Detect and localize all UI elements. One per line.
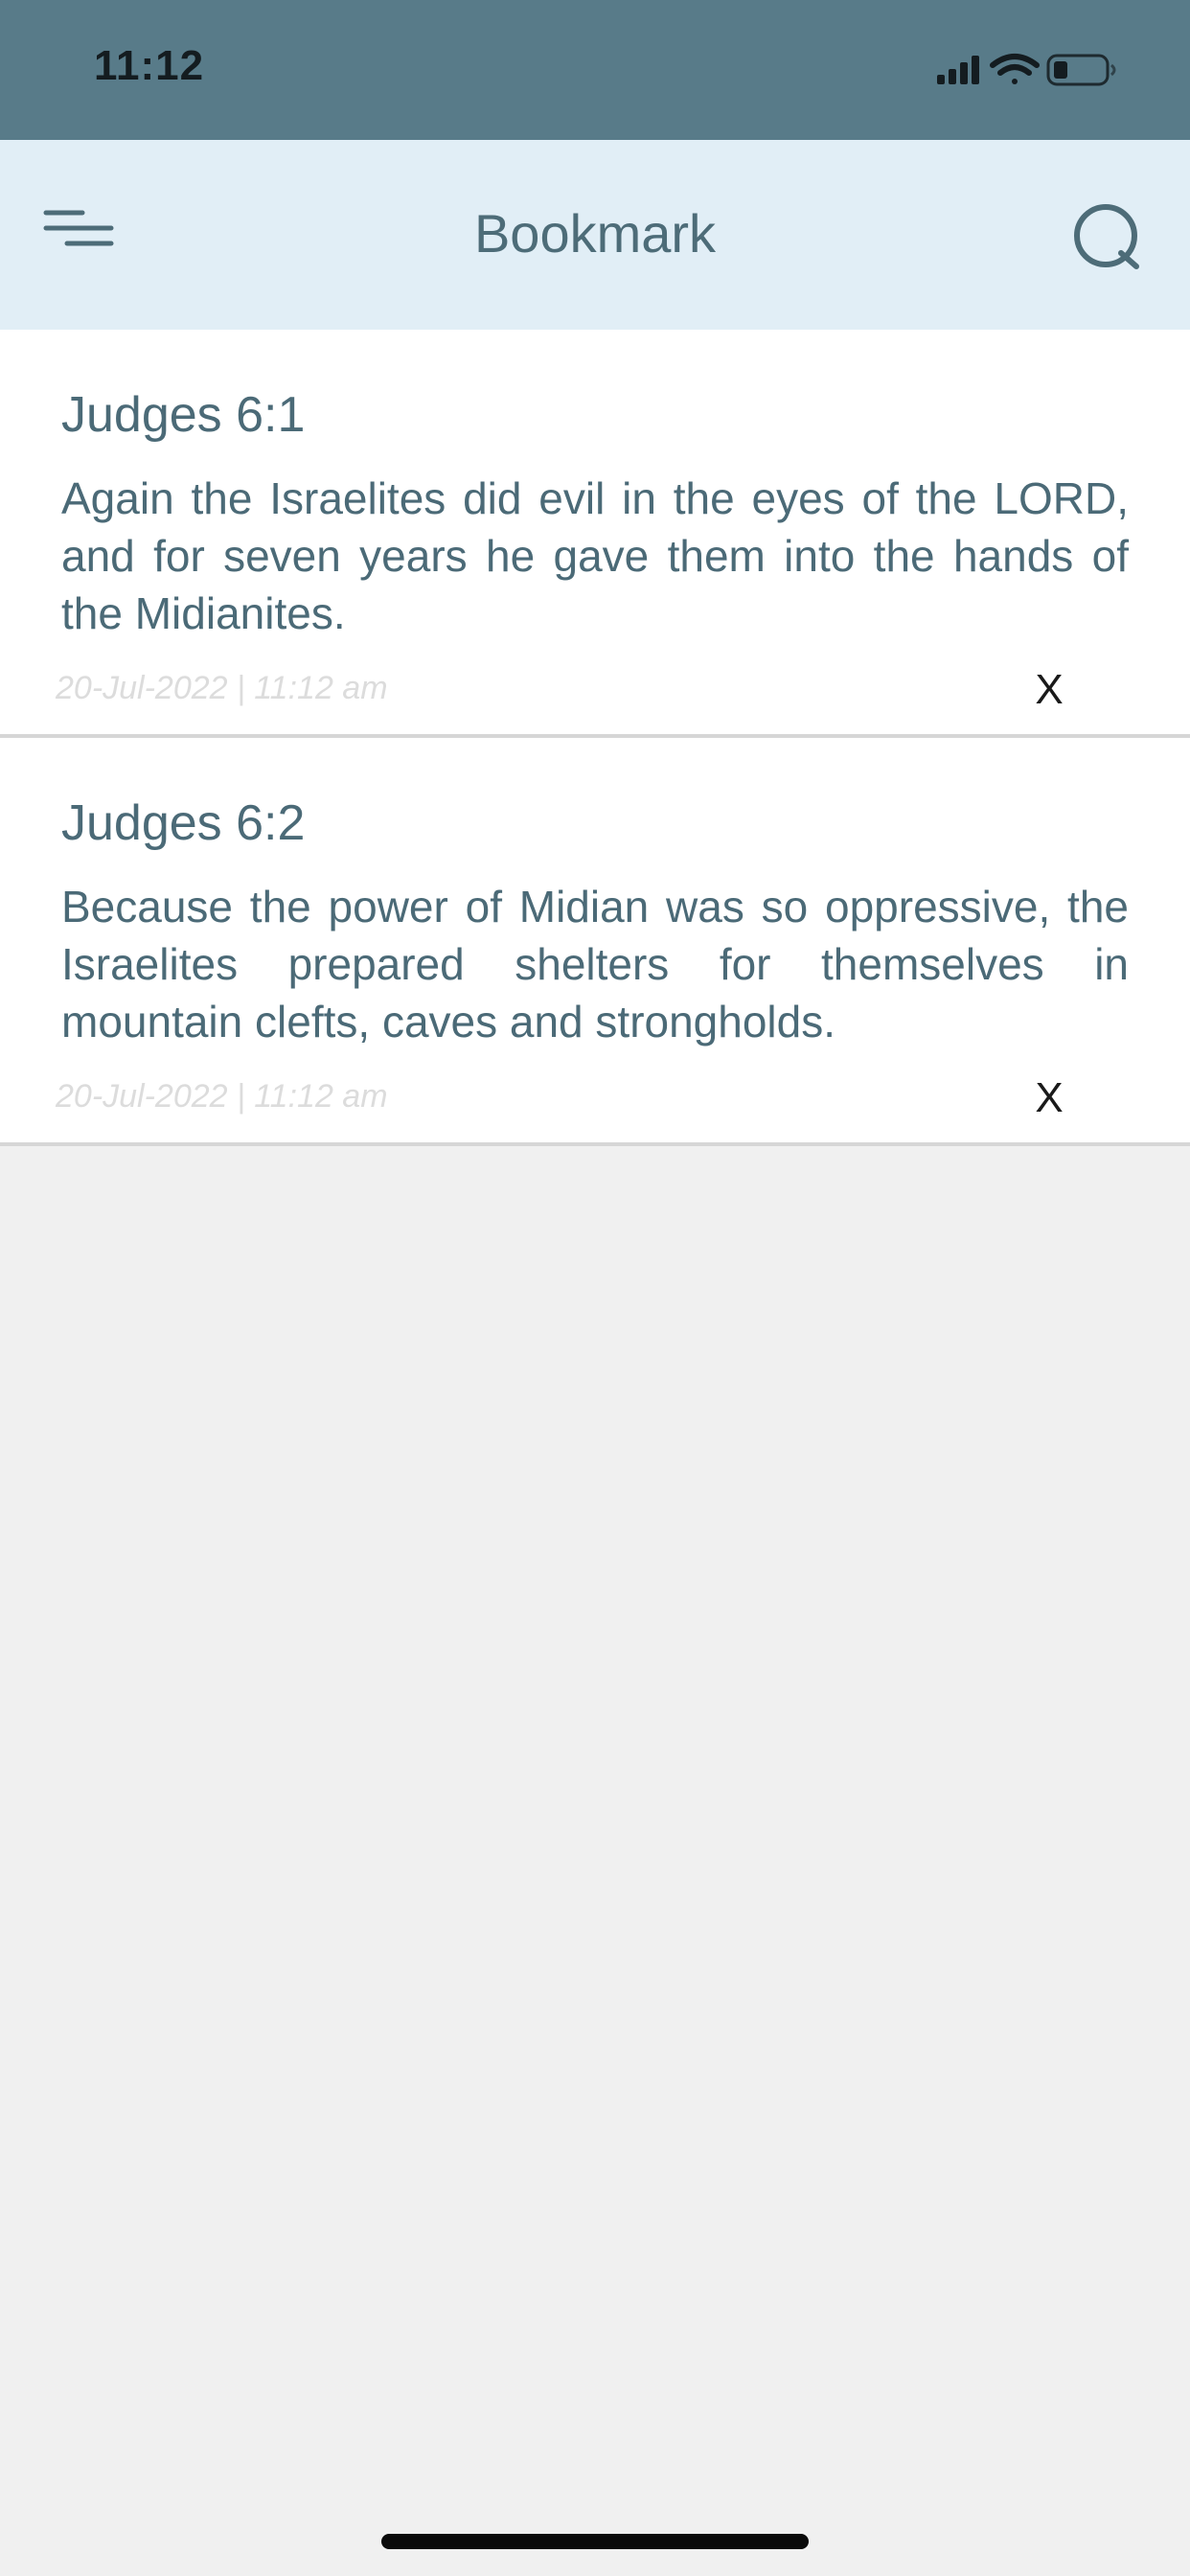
bookmark-timestamp: 20-Jul-2022 | 11:12 am	[56, 670, 388, 706]
status-bar: 11:12	[0, 0, 1190, 140]
status-time: 11:12	[94, 42, 205, 89]
home-indicator[interactable]	[381, 2534, 809, 2549]
bookmark-reference: Judges 6:1	[61, 387, 306, 443]
delete-bookmark-button[interactable]: X	[1025, 1070, 1073, 1127]
bookmark-item[interactable]: Judges 6:1 Again the Israelites did evil…	[0, 330, 1190, 738]
bookmark-timestamp: 20-Jul-2022 | 11:12 am	[56, 1078, 388, 1115]
search-button[interactable]	[1064, 194, 1154, 284]
bookmark-verse-text: Because the power of Midian was so oppre…	[61, 882, 1129, 1046]
status-icons	[931, 52, 1152, 90]
bookmark-item[interactable]: Judges 6:2 Because the power of Midian w…	[0, 738, 1190, 1146]
battery-icon	[1046, 54, 1116, 86]
cellular-signal-icon	[937, 56, 979, 84]
app-header: Bookmark	[0, 140, 1190, 330]
bookmark-list: Judges 6:1 Again the Israelites did evil…	[0, 330, 1190, 1146]
bookmark-reference: Judges 6:2	[61, 795, 306, 851]
search-icon	[1074, 204, 1139, 269]
wifi-icon	[990, 54, 1040, 84]
bookmark-verse-text: Again the Israelites did evil in the eye…	[61, 473, 1129, 638]
delete-bookmark-button[interactable]: X	[1025, 661, 1073, 719]
page-title: Bookmark	[473, 203, 717, 264]
